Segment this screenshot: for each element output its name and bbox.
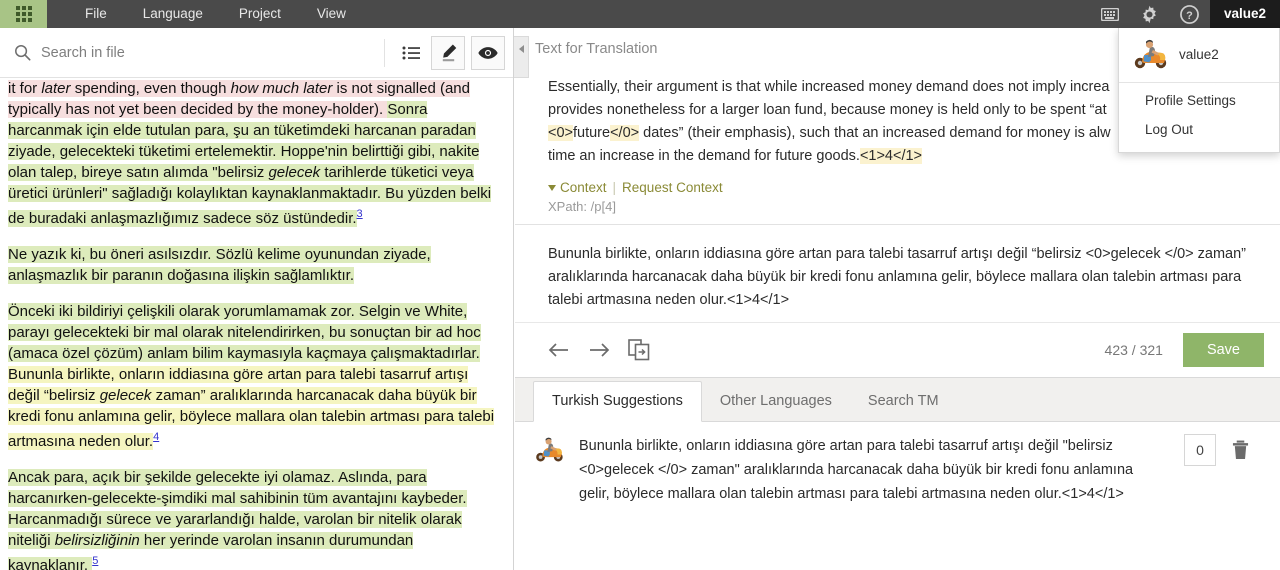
suggestion-item: Bununla birlikte, onların iddiasına göre… — [515, 422, 1280, 506]
user-dropdown-items: Profile Settings Log Out — [1119, 83, 1279, 152]
search-input[interactable]: Search in file — [14, 44, 384, 61]
keyboard-button[interactable] — [1090, 0, 1130, 28]
character-counter: 423 / 321 — [1104, 342, 1163, 358]
apps-grid-button[interactable] — [0, 0, 47, 28]
request-context-link[interactable]: Request Context — [622, 180, 723, 195]
context-toggle-link[interactable]: Context — [560, 180, 607, 195]
help-button[interactable]: ? — [1170, 0, 1210, 28]
menu-item-profile-settings[interactable]: Profile Settings — [1119, 83, 1279, 115]
top-right-actions: ? value2 — [1090, 0, 1280, 28]
svg-text:?: ? — [1187, 9, 1194, 21]
editor-action-bar: 423 / 321 Save — [515, 322, 1280, 378]
list-view-icon — [402, 46, 420, 59]
scooter-avatar-icon — [533, 436, 565, 463]
arrow-right-icon — [590, 343, 610, 357]
save-button[interactable]: Save — [1182, 333, 1264, 367]
target-text-editor[interactable]: Bununla birlikte, onların iddiasına göre… — [515, 225, 1280, 322]
tab-turkish-suggestions[interactable]: Turkish Suggestions — [533, 381, 702, 422]
context-row: Context | Request Context — [515, 170, 1280, 195]
translation-editor-app: File Language Project View ? value2 valu… — [0, 0, 1280, 570]
copy-source-button[interactable] — [628, 339, 668, 361]
suggestion-avatar — [533, 434, 579, 468]
menu-item-project[interactable]: Project — [221, 0, 299, 28]
collapse-pane-button[interactable] — [514, 36, 529, 78]
search-icon — [15, 45, 31, 61]
highlight-green-segment-4[interactable]: Ancak para, açık bir şekilde gelecekte i… — [8, 469, 467, 570]
arrow-left-icon — [548, 343, 568, 357]
previous-segment-button[interactable] — [548, 342, 588, 358]
highlight-green-segment-3[interactable]: Önceki iki bildiriyi çelişkili olarak yo… — [8, 303, 481, 362]
document-paragraph-1: it for later spending, even though how m… — [8, 78, 497, 229]
highlight-active-segment[interactable]: Bununla birlikte, onların iddiasına göre… — [8, 366, 495, 450]
inline-tag-ref: <1>4</1> — [859, 148, 923, 164]
edit-pencil-icon — [442, 44, 456, 62]
footnote-ref-5[interactable]: 5 — [92, 555, 98, 567]
document-pane: Search in file it for later spending, ev… — [0, 28, 514, 570]
context-separator: | — [612, 180, 617, 195]
apps-grid-icon — [15, 6, 32, 22]
search-placeholder: Search in file — [41, 44, 125, 61]
document-paragraph-3: Önceki iki bildiriyi çelişkili olarak yo… — [8, 301, 497, 452]
scooter-avatar-icon — [1131, 38, 1169, 70]
next-segment-button[interactable] — [588, 342, 628, 358]
footnote-ref-4[interactable]: 4 — [153, 431, 159, 443]
document-text[interactable]: it for later spending, even though how m… — [0, 78, 513, 570]
menu-item-file[interactable]: File — [67, 0, 125, 28]
user-dropdown-name: value2 — [1179, 46, 1219, 62]
collapse-left-icon — [518, 45, 524, 53]
suggestion-score[interactable]: 0 — [1184, 434, 1216, 466]
delete-suggestion-button[interactable] — [1216, 434, 1264, 460]
user-menu-button[interactable]: value2 — [1209, 0, 1280, 28]
document-paragraph-4: Ancak para, açık bir şekilde gelecekte i… — [8, 467, 497, 570]
suggestions-tabs: Turkish Suggestions Other Languages Sear… — [515, 378, 1280, 422]
settings-button[interactable] — [1130, 0, 1170, 28]
inline-tag-open: <0> — [548, 125, 573, 141]
help-icon: ? — [1180, 4, 1200, 24]
highlight-green-segment-2[interactable]: Ne yazık ki, bu öneri asılsızdır. Sözlü … — [8, 246, 431, 284]
user-dropdown-menu: value2 Profile Settings Log Out — [1118, 28, 1280, 153]
menu-item-language[interactable]: Language — [125, 0, 221, 28]
menu-item-view[interactable]: View — [299, 0, 364, 28]
source-label: Text for Translation — [535, 41, 658, 57]
list-view-button[interactable] — [397, 39, 425, 67]
edit-mode-button[interactable] — [431, 35, 465, 70]
highlight-green-segment-1[interactable]: Sonra harcanmak için elde tutulan para, … — [8, 101, 492, 227]
main-menu: File Language Project View — [47, 0, 364, 28]
copy-source-icon — [628, 339, 650, 361]
preview-mode-button[interactable] — [471, 35, 505, 70]
user-dropdown-header: value2 — [1119, 28, 1279, 83]
top-menu-bar: File Language Project View ? value2 — [0, 0, 1280, 28]
document-toolbar: Search in file — [0, 28, 513, 78]
document-view-tools — [384, 35, 505, 70]
keyboard-icon — [1100, 7, 1119, 21]
chevron-down-icon — [548, 185, 556, 192]
trash-icon — [1232, 440, 1248, 459]
preview-eye-icon — [478, 46, 498, 59]
footnote-ref-3[interactable]: 3 — [357, 208, 363, 220]
suggestion-text[interactable]: Bununla birlikte, onların iddiasına göre… — [579, 434, 1184, 506]
gear-icon — [1143, 5, 1157, 23]
xpath-label: XPath: /p[4] — [515, 195, 1280, 225]
document-paragraph-2: Ne yazık ki, bu öneri asılsızdır. Sözlü … — [8, 244, 497, 286]
menu-item-log-out[interactable]: Log Out — [1119, 115, 1279, 144]
inline-tag-close: </0> — [610, 125, 640, 141]
tab-other-languages[interactable]: Other Languages — [702, 382, 850, 421]
tab-search-tm[interactable]: Search TM — [850, 382, 957, 421]
